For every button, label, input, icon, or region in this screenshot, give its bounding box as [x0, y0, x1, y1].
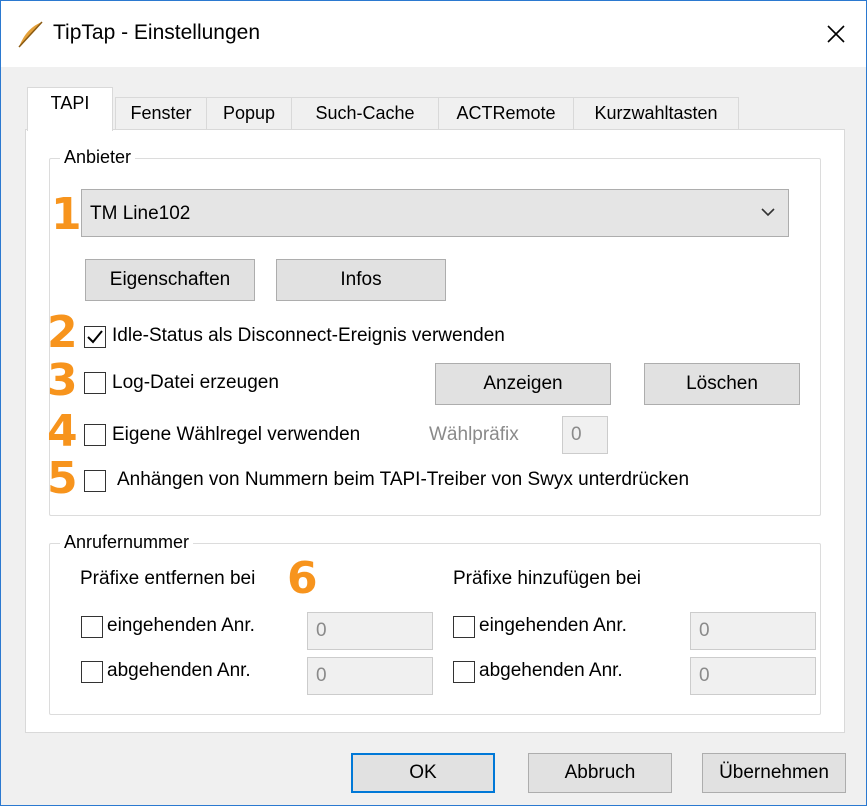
tab-actremote[interactable]: ACTRemote: [438, 97, 574, 129]
cancel-button[interactable]: Abbruch: [528, 753, 672, 793]
tab-label: ACTRemote: [456, 103, 556, 123]
anzeigen-button[interactable]: Anzeigen: [435, 363, 611, 405]
title-bar[interactable]: TipTap - Einstellungen: [1, 1, 866, 67]
tab-popup[interactable]: Popup: [206, 97, 292, 129]
eigenschaften-button[interactable]: Eigenschaften: [85, 259, 255, 301]
checkmark-icon: [87, 330, 103, 344]
field-value: 0: [316, 620, 327, 641]
apply-button[interactable]: Übernehmen: [702, 753, 846, 793]
field-value: 0: [699, 665, 710, 686]
tab-such-cache[interactable]: Such-Cache: [291, 97, 439, 129]
group-label: Anrufernummer: [60, 532, 194, 553]
tab-label: TAPI: [50, 93, 90, 113]
button-label: Infos: [340, 269, 382, 290]
remove-incoming-label[interactable]: eingehenden Anr.: [107, 615, 255, 637]
button-label: Eigenschaften: [109, 269, 231, 290]
add-incoming-label[interactable]: eingehenden Anr.: [479, 615, 627, 637]
dial-rule-label[interactable]: Eigene Wählregel verwenden: [112, 424, 360, 446]
annotation-number-5: 5: [47, 453, 78, 504]
provider-selected: TM Line102: [90, 203, 191, 224]
idle-status-checkbox[interactable]: [84, 326, 106, 348]
suppress-append-checkbox[interactable]: [84, 470, 106, 492]
tab-tapi[interactable]: TAPI: [27, 87, 113, 131]
button-label: OK: [409, 762, 437, 783]
annotation-number-1: 1: [51, 189, 82, 240]
remove-incoming-field[interactable]: 0: [307, 612, 433, 650]
tab-kurzwahltasten[interactable]: Kurzwahltasten: [573, 97, 739, 129]
tab-fenster[interactable]: Fenster: [115, 97, 207, 129]
settings-dialog: TipTap - Einstellungen TAPI Fenster Popu…: [0, 0, 867, 806]
group-label: Anbieter: [60, 147, 136, 168]
annotation-number-6: 6: [287, 553, 318, 604]
remove-outgoing-label[interactable]: abgehenden Anr.: [107, 660, 251, 682]
button-label: Abbruch: [564, 762, 636, 783]
annotation-number-4: 4: [47, 406, 78, 457]
annotation-number-2: 2: [47, 307, 78, 358]
add-incoming-field[interactable]: 0: [690, 612, 816, 650]
remove-prefix-header: Präfixe entfernen bei: [80, 568, 256, 589]
chevron-down-icon: [761, 208, 775, 217]
remove-outgoing-field[interactable]: 0: [307, 657, 433, 695]
button-label: Anzeigen: [483, 373, 563, 394]
add-incoming-checkbox[interactable]: [453, 616, 475, 638]
tab-label: Popup: [222, 103, 276, 123]
loeschen-button[interactable]: Löschen: [644, 363, 800, 405]
tab-label: Kurzwahltasten: [594, 103, 718, 123]
infos-button[interactable]: Infos: [276, 259, 446, 301]
ok-button[interactable]: OK: [351, 753, 495, 793]
field-value: 0: [699, 620, 710, 641]
add-prefix-header: Präfixe hinzufügen bei: [453, 568, 642, 589]
add-outgoing-checkbox[interactable]: [453, 661, 475, 683]
feather-pen-icon: [18, 21, 43, 48]
suppress-append-label[interactable]: Anhängen von Nummern beim TAPI-Treiber v…: [117, 469, 689, 491]
tab-label: Such-Cache: [315, 103, 415, 123]
log-file-checkbox[interactable]: [84, 372, 106, 394]
add-outgoing-label[interactable]: abgehenden Anr.: [479, 660, 623, 682]
dial-rule-checkbox[interactable]: [84, 424, 106, 446]
idle-status-label[interactable]: Idle-Status als Disconnect-Ereignis verw…: [112, 325, 505, 347]
field-value: 0: [571, 424, 582, 445]
field-value: 0: [316, 665, 327, 686]
dial-prefix-field[interactable]: 0: [562, 416, 608, 454]
close-button[interactable]: [806, 1, 866, 67]
tab-label: Fenster: [130, 103, 192, 123]
remove-incoming-checkbox[interactable]: [81, 616, 103, 638]
button-label: Übernehmen: [719, 762, 829, 783]
dial-prefix-label: Wählpräfix: [429, 424, 519, 445]
add-outgoing-field[interactable]: 0: [690, 657, 816, 695]
window-title: TipTap - Einstellungen: [53, 21, 261, 44]
remove-outgoing-checkbox[interactable]: [81, 661, 103, 683]
annotation-number-3: 3: [47, 355, 78, 406]
provider-dropdown[interactable]: TM Line102: [81, 189, 789, 237]
close-icon: [827, 25, 845, 43]
log-file-label[interactable]: Log-Datei erzeugen: [112, 372, 279, 394]
button-label: Löschen: [686, 373, 758, 394]
